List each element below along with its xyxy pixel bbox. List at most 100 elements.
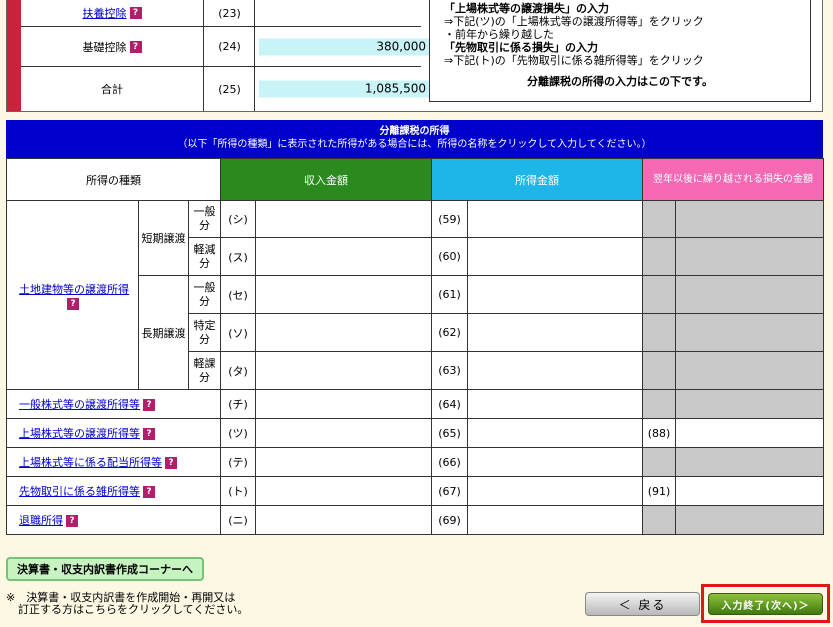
row-number: (69): [431, 505, 469, 535]
table-row: 上場株式等に係る配当所得等? (テ) (66): [5, 447, 825, 477]
income-cell: [255, 476, 433, 506]
row-number: (60): [431, 237, 469, 276]
income-cell: [255, 237, 433, 276]
income-cell: [255, 200, 433, 238]
sub-category: 特定分: [187, 313, 222, 352]
deduction-row-dependent: 扶養控除 ? (23): [21, 0, 421, 27]
finish-input-next-button[interactable]: 入力終了(次へ)＞: [708, 593, 823, 615]
land-building-transfer-link[interactable]: 土地建物等の譲渡所得: [19, 283, 129, 296]
row-number: (64): [431, 389, 469, 419]
row-number: (61): [431, 275, 469, 314]
loss-cell: [675, 418, 825, 448]
help-icon[interactable]: ?: [129, 7, 142, 19]
short-term-label: 短期譲渡: [138, 200, 189, 276]
amount-cell: [467, 313, 644, 352]
long-term-label: 長期譲渡: [138, 275, 189, 390]
amount-cell: [467, 505, 644, 535]
row-number: (24): [205, 27, 255, 66]
row-number: (62): [431, 313, 469, 352]
listed-stock-transfer-link[interactable]: 上場株式等の譲渡所得等: [19, 427, 140, 440]
income-cell: [255, 447, 433, 477]
row-kana: (ス): [220, 237, 257, 276]
help-icon[interactable]: ?: [66, 515, 78, 527]
futures-misc-income-link[interactable]: 先物取引に係る雑所得等: [19, 485, 140, 498]
income-cell: [255, 389, 433, 419]
row-number: (66): [431, 447, 469, 477]
dependent-deduction-link[interactable]: 扶養控除: [83, 5, 127, 21]
basic-deduction-label: 基礎控除: [82, 40, 127, 54]
row-kana: (テ): [220, 447, 257, 477]
deduction-summary: 扶養控除 ? (23) 基礎控除 ? (24) 380,000 合計 (25) …: [6, 0, 823, 112]
back-button[interactable]: ＜ 戻る: [585, 592, 700, 616]
header-income: 収入金額: [220, 158, 433, 201]
note-line: ⇒下記(ツ)の「上場株式等の譲渡所得等」をクリック: [444, 15, 704, 28]
amount-cell: [467, 237, 644, 276]
loss-number: (91): [642, 476, 677, 506]
note-line: ⇒下記(ト)の「先物取引に係る雑所得等」をクリック: [444, 54, 704, 67]
footnote: ※ 決算書・収支内訳書を作成開始・再開又は 訂正する方はこちらをクリックしてくだ…: [6, 592, 248, 616]
general-stock-transfer-link[interactable]: 一般株式等の譲渡所得等: [19, 398, 140, 411]
row-kana: (ニ): [220, 505, 257, 535]
next-button-highlight: 入力終了(次へ)＞: [701, 584, 830, 623]
row-kana: (シ): [220, 200, 257, 238]
financial-statement-corner-button[interactable]: 決算書・収支内訳書作成コーナーへ: [6, 557, 204, 581]
instruction-note: 「上場株式等の譲渡損失」の入力 ⇒下記(ツ)の「上場株式等の譲渡所得等」をクリッ…: [429, 0, 811, 102]
separate-income-table: 所得の種類 収入金額 所得金額 翌年以後に繰り越される損失の金額 土地建物等の譲…: [5, 158, 825, 535]
income-cell: [255, 351, 433, 390]
note-line: 「先物取引に係る損失」の入力: [444, 41, 598, 54]
retirement-income-link[interactable]: 退職所得: [19, 514, 63, 527]
amount-cell: [467, 418, 644, 448]
help-icon[interactable]: ?: [143, 399, 155, 411]
sub-category: 一般分: [187, 275, 222, 314]
table-row: 退職所得? (ニ) (69): [5, 505, 825, 535]
amount-cell: [467, 275, 644, 314]
note-line: ・前年から繰り越した: [444, 28, 554, 41]
listed-stock-dividend-link[interactable]: 上場株式等に係る配当所得等: [19, 456, 162, 469]
sub-category: 軽課分: [187, 351, 222, 390]
amount-cell: [467, 200, 644, 238]
row-number: (63): [431, 351, 469, 390]
row-kana: (セ): [220, 275, 257, 314]
row-number: (23): [205, 0, 255, 26]
table-row: 一般株式等の譲渡所得等? (チ) (64): [5, 389, 825, 419]
table-row: 土地建物等の譲渡所得 ? 短期譲渡 一般分 (シ) (59): [6, 200, 825, 390]
header-loss: 翌年以後に繰り越される損失の金額: [642, 158, 825, 201]
income-cell: [255, 275, 433, 314]
help-icon[interactable]: ?: [165, 457, 177, 469]
help-icon[interactable]: ?: [129, 40, 142, 53]
deduction-row-total: 合計 (25) 1,085,500: [21, 67, 429, 111]
section-title: 分離課税の所得: [379, 126, 450, 137]
header-amount: 所得金額: [431, 158, 644, 201]
note-footer: 分離課税の所得の入力はこの下です。: [527, 75, 713, 88]
row-kana: (ツ): [220, 418, 257, 448]
income-cell: [255, 418, 433, 448]
section-marker: [7, 0, 21, 111]
row-number: (25): [205, 67, 255, 111]
row-number: (59): [431, 200, 469, 238]
deduction-row-basic: 基礎控除 ? (24) 380,000: [21, 27, 429, 67]
loss-number: (88): [642, 418, 677, 448]
amount-cell: [467, 389, 644, 419]
help-icon[interactable]: ?: [143, 486, 155, 498]
row-kana: (チ): [220, 389, 257, 419]
footnote-line: 訂正する方はこちらをクリックしてください。: [18, 603, 249, 616]
note-line: 「上場株式等の譲渡損失」の入力: [444, 2, 609, 15]
sub-category: 軽減分: [187, 237, 222, 276]
amount-cell: [467, 476, 644, 506]
total-value: 1,085,500: [259, 80, 429, 98]
amount-cell: [467, 351, 644, 390]
table-row: 上場株式等の譲渡所得等? (ツ) (65) (88): [5, 418, 825, 448]
table-header-row: 所得の種類 収入金額 所得金額 翌年以後に繰り越される損失の金額: [5, 158, 825, 201]
row-kana: (タ): [220, 351, 257, 390]
row-kana: (ト): [220, 476, 257, 506]
table-row: 先物取引に係る雑所得等? (ト) (67) (91): [5, 476, 825, 506]
total-label: 合計: [101, 83, 123, 96]
income-cell: [255, 313, 433, 352]
loss-cell: [675, 476, 825, 506]
row-number: (67): [431, 476, 469, 506]
row-kana: (ソ): [220, 313, 257, 352]
help-icon[interactable]: ?: [143, 428, 155, 440]
help-icon[interactable]: ?: [67, 297, 79, 310]
sub-category: 一般分: [187, 200, 222, 238]
row-number: (65): [431, 418, 469, 448]
